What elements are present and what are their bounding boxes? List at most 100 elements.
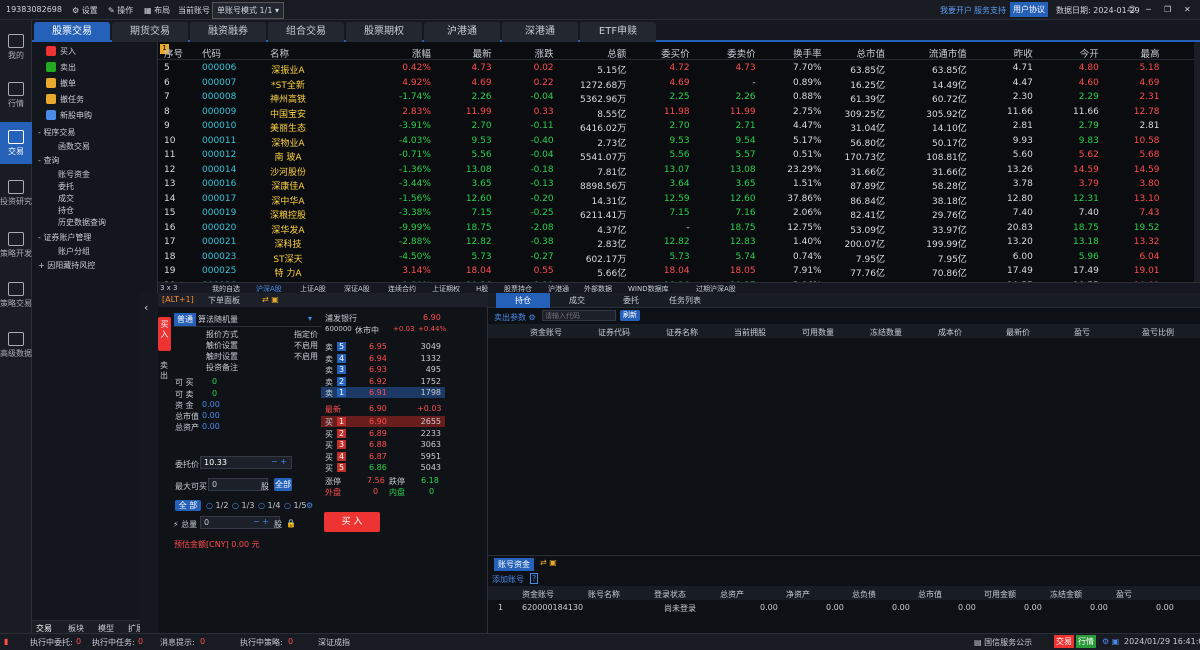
menu-q-history[interactable]: 历史数据查询 [58,217,106,228]
table-row[interactable]: 11 000012 南 玻A -0.71% 5.56 -0.04 5541.07万 5.56 5… [158,148,1194,163]
bid-level[interactable]: 买 1 6.90 2655 [321,416,445,427]
tab-account-funds[interactable]: 账号资金 [494,558,534,571]
quote-scrollbar[interactable] [1194,42,1200,282]
status-icons[interactable]: ⚙ ▣ [1102,637,1119,646]
price-mode-value[interactable]: 指定价 [294,329,318,340]
ask-level[interactable]: 卖 2 6.92 1752 [321,376,445,387]
col-header[interactable]: 名称 [270,46,289,60]
close-icon[interactable]: ✕ [1184,5,1191,14]
tab-tasks[interactable]: 任务列表 [658,293,712,308]
qty-stepper-icon[interactable]: − + [253,517,269,526]
table-row[interactable]: 7 000008 神州高铁 -1.74% 2.26 -0.04 5362.96万 2.25 2.… [158,90,1194,105]
max-buy-input[interactable]: 0 [208,478,268,491]
nav-strategy-dev[interactable]: 策略开发 [0,224,32,266]
bid-level[interactable]: 买 3 6.88 3063 [321,439,445,450]
acct-col-header[interactable]: 总负债 [852,589,876,600]
all-button[interactable]: 全部 [274,478,292,491]
tab-positions[interactable]: 持仓 [496,293,550,308]
col-header[interactable]: 总市值 [825,46,885,60]
tab-shhk[interactable]: 沪港通 [424,22,500,42]
sell-side-tab[interactable]: 卖出 [160,361,170,381]
menu-buy[interactable]: 买入 [46,46,76,57]
acct-col-header[interactable]: 净资产 [786,589,810,600]
acct-col-header[interactable]: 总市值 [918,589,942,600]
tab-options[interactable]: 股票期权 [346,22,422,42]
account-row[interactable]: 1 620000184130 尚未登录 0.00 0.00 0.00 0.00 0.00 0.0… [488,602,1200,614]
bid-level[interactable]: 买 2 6.89 2233 [321,428,445,439]
layout-menu[interactable]: ▦ 布局 [144,5,170,16]
menu-query[interactable]: - 查询 [38,155,59,166]
buy-side-tab[interactable]: 买入 [158,317,171,351]
col-header[interactable]: 最高 [1100,46,1160,60]
nav-mine[interactable]: 我的 [0,26,32,68]
open-account-link[interactable]: 我要开户 [940,5,972,16]
help-icon[interactable]: ? [530,573,539,584]
tab-margin[interactable]: 融资融券 [190,22,266,42]
acct-col-header[interactable]: 冻结金额 [1050,589,1082,600]
invest-note-label[interactable]: 投资备注 [206,362,238,373]
table-row[interactable]: 12 000014 沙河股份 -1.36% 13.08 -0.18 7.81亿 13.07 13… [158,163,1200,178]
frac-radio-3[interactable]: ○ 1/4 [258,501,280,510]
link-icon[interactable]: ⇄ ▣ [262,295,279,304]
tab-szhk[interactable]: 深港通 [502,22,578,42]
trigger-value[interactable]: 不启用 [294,340,318,351]
sell-params-link[interactable]: 卖出参数 ⚙ [494,312,536,323]
acct-col-header[interactable]: 登录状态 [654,589,686,600]
acct-col-header[interactable]: 盈亏 [1116,589,1132,600]
acct-col-header[interactable]: 资金账号 [522,589,554,600]
table-row[interactable]: 10 000011 深物业A -4.03% 9.53 -0.40 2.73亿 9.53 9.54… [158,134,1194,149]
frac-all-radio[interactable]: 全 部 [175,500,201,511]
touch-value[interactable]: 不启用 [294,351,318,362]
index-name[interactable]: 深证成指 [318,637,350,648]
col-header[interactable]: 最新 [432,46,492,60]
nav-quote[interactable]: 行情 [0,74,32,116]
col-header[interactable]: 昨收 [973,46,1033,60]
ask-level[interactable]: 卖 5 6.95 3049 [321,341,445,352]
lock-icon[interactable]: 🔒 [286,519,296,528]
col-header[interactable]: 今开 [1039,46,1099,60]
col-header[interactable]: 总额 [566,46,626,60]
ask-level[interactable]: 卖 4 6.94 1332 [321,353,445,364]
nav-advanced-data[interactable]: 高级数据 [0,324,32,366]
menu-sell[interactable]: 卖出 [46,62,76,73]
menu-q-orders[interactable]: 委托 [58,181,74,192]
grid-col-header[interactable]: 可用数量 [802,327,834,338]
menu-cancel[interactable]: 撤单 [46,78,76,89]
settings-gear-icon[interactable]: ⚙ [306,501,313,510]
col-header[interactable]: 换手率 [762,46,822,60]
table-row[interactable]: 6 000007 *ST全新 4.92% 4.69 0.22 1272.68万 4.69 - 0.… [158,76,1194,91]
menu-account-mgmt[interactable]: - 证券账户管理 [38,232,91,243]
agreement-button[interactable]: 用户协议 [1010,2,1048,17]
price-input[interactable]: 10.33 − + [200,456,292,469]
table-row[interactable]: 9 000010 美丽生态 -3.91% 2.70 -0.11 6416.02万 2.70 2.… [158,119,1194,134]
grid-col-header[interactable]: 冻结数量 [870,327,902,338]
col-header[interactable]: 委买价 [630,46,690,60]
table-row[interactable]: 8 000009 中国宝安 2.83% 11.99 0.33 8.55亿 11.98 11.99… [158,105,1200,120]
bid-level[interactable]: 买 5 6.86 5043 [321,462,445,473]
service-link[interactable]: 服务支持 [974,5,1006,16]
grid-col-header[interactable]: 证券代码 [598,327,630,338]
menu-cancel-task[interactable]: 撤任务 [46,94,84,105]
mode-normal[interactable]: 普通 [174,313,196,326]
col-header[interactable]: 序号 [164,46,183,60]
chevron-down-icon[interactable]: ▾ [308,314,312,323]
frac-radio-4[interactable]: ○ 1/5 [284,501,306,510]
nav-research[interactable]: 投资研究 [0,172,32,214]
menu-program-trade[interactable]: - 程序交易 [38,127,75,138]
menu-q-funds[interactable]: 账号资金 [58,169,90,180]
restore-icon[interactable]: ❐ [1164,5,1171,14]
account-mode-select[interactable]: 单账号模式 1/1 ▾ [212,2,284,19]
tab-portfolio[interactable]: 组合交易 [268,22,344,42]
menu-account-group[interactable]: 账户分组 [58,246,90,257]
chevron-left-icon[interactable]: ‹ [144,301,148,314]
tab-deals[interactable]: 成交 [550,293,604,308]
skin-icon[interactable]: ☺ [1128,5,1136,14]
menu-ipo[interactable]: 新股申购 [46,110,92,121]
ask-level[interactable]: 卖 3 6.93 495 [321,364,445,375]
menu-q-deals[interactable]: 成交 [58,193,74,204]
col-header[interactable]: 代码 [202,46,221,60]
nav-trade[interactable]: 交易 [0,122,32,164]
col-header[interactable]: 委卖价 [696,46,756,60]
table-row[interactable]: 16 000020 深华发A -9.99% 18.75 -2.08 4.37亿 - 18.75 1… [158,221,1200,236]
grid-col-header[interactable]: 盈亏 [1074,327,1090,338]
